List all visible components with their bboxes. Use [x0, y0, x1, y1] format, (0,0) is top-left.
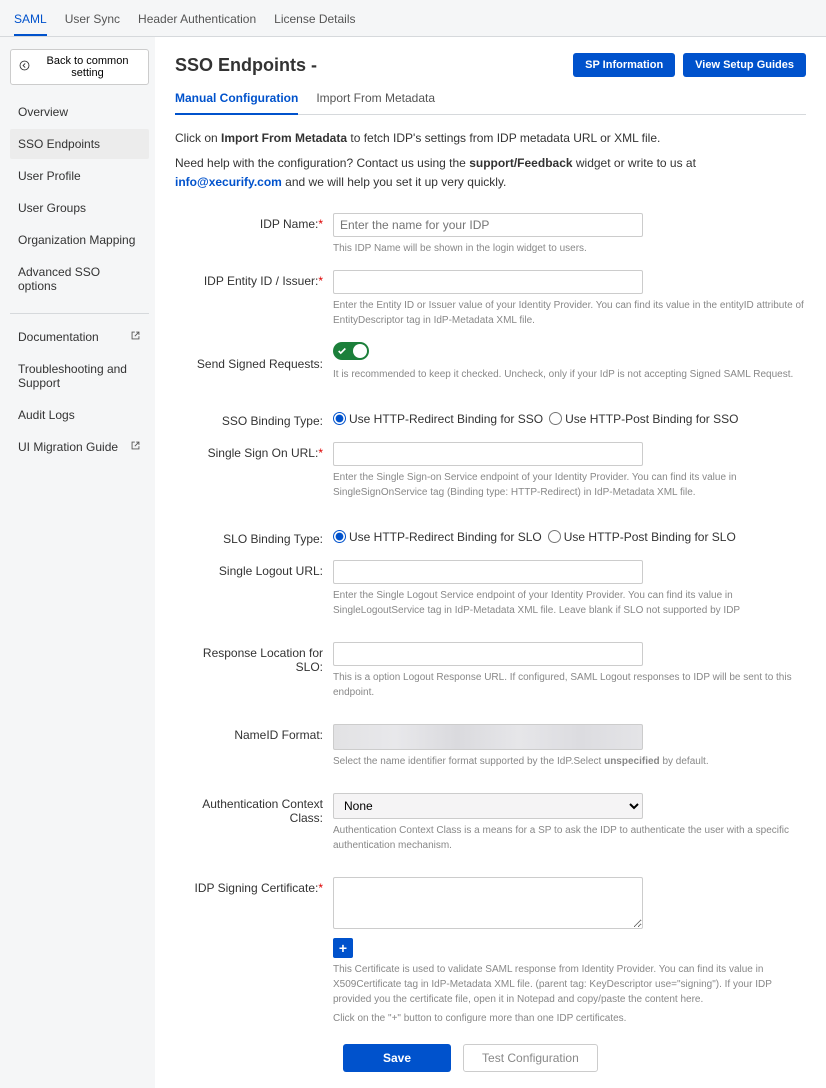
page-title: SSO Endpoints - [175, 55, 317, 76]
tab-manual-configuration[interactable]: Manual Configuration [175, 85, 298, 115]
idp-name-hint: This IDP Name will be shown in the login… [333, 241, 806, 256]
sso-binding-label: SSO Binding Type: [175, 410, 333, 428]
view-setup-guides-button[interactable]: View Setup Guides [683, 53, 806, 77]
nameid-label: NameID Format: [175, 724, 333, 742]
idp-name-input[interactable] [333, 213, 643, 237]
content: SSO Endpoints - SP Information View Setu… [155, 37, 826, 1088]
support-email-link[interactable]: info@xecurify.com [175, 175, 282, 189]
sso-binding-redirect[interactable]: Use HTTP-Redirect Binding for SSO [333, 412, 543, 426]
sidebar-item-overview[interactable]: Overview [10, 97, 149, 127]
idp-name-label: IDP Name:* [175, 213, 333, 231]
slo-url-input[interactable] [333, 560, 643, 584]
slo-binding-label: SLO Binding Type: [175, 528, 333, 546]
signed-requests-label: Send Signed Requests: [175, 353, 333, 371]
sidebar-item-user-groups[interactable]: User Groups [10, 193, 149, 223]
arrow-left-circle-icon [19, 60, 30, 74]
nameid-select[interactable] [333, 724, 643, 750]
sidebar-item-audit-logs[interactable]: Audit Logs [10, 400, 149, 430]
sidebar: Back to common setting Overview SSO Endp… [0, 37, 155, 1088]
sso-url-input[interactable] [333, 442, 643, 466]
check-icon [337, 346, 347, 356]
sidebar-item-documentation[interactable]: Documentation [10, 322, 149, 352]
header-tab-usersync[interactable]: User Sync [65, 6, 120, 36]
signing-cert-hint-1: This Certificate is used to validate SAM… [333, 962, 806, 1007]
signed-requests-toggle[interactable] [333, 342, 369, 360]
header-tab-headerauth[interactable]: Header Authentication [138, 6, 256, 36]
toggle-knob [353, 344, 367, 358]
back-label: Back to common setting [35, 55, 140, 79]
intro-text: Click on Import From Metadata to fetch I… [175, 115, 806, 199]
header-tab-saml[interactable]: SAML [14, 6, 47, 36]
sidebar-item-sso-endpoints[interactable]: SSO Endpoints [10, 129, 149, 159]
signing-cert-hint-2: Click on the "+" button to configure mor… [333, 1011, 806, 1026]
signing-cert-label: IDP Signing Certificate:* [175, 877, 333, 895]
nameid-hint: Select the name identifier format suppor… [333, 754, 806, 769]
sidebar-item-label: Documentation [18, 330, 99, 344]
signing-cert-textarea[interactable] [333, 877, 643, 929]
sidebar-item-user-profile[interactable]: User Profile [10, 161, 149, 191]
sso-binding-post[interactable]: Use HTTP-Post Binding for SSO [549, 412, 738, 426]
idp-entity-input[interactable] [333, 270, 643, 294]
sso-url-label: Single Sign On URL:* [175, 442, 333, 460]
slo-url-label: Single Logout URL: [175, 560, 333, 578]
auth-ctx-select[interactable]: None [333, 793, 643, 819]
idp-entity-hint: Enter the Entity ID or Issuer value of y… [333, 298, 806, 328]
external-link-icon [130, 330, 141, 344]
save-button[interactable]: Save [343, 1044, 451, 1072]
sidebar-item-ui-migration[interactable]: UI Migration Guide [10, 432, 149, 462]
sidebar-item-troubleshooting[interactable]: Troubleshooting and Support [10, 354, 149, 398]
back-to-common-button[interactable]: Back to common setting [10, 49, 149, 85]
idp-entity-label: IDP Entity ID / Issuer:* [175, 270, 333, 288]
response-loc-input[interactable] [333, 642, 643, 666]
header-tabs: SAML User Sync Header Authentication Lic… [0, 0, 826, 37]
response-loc-hint: This is a option Logout Response URL. If… [333, 670, 806, 700]
test-configuration-button[interactable]: Test Configuration [463, 1044, 598, 1072]
sp-information-button[interactable]: SP Information [573, 53, 675, 77]
sidebar-item-advanced-sso[interactable]: Advanced SSO options [10, 257, 149, 301]
slo-binding-redirect[interactable]: Use HTTP-Redirect Binding for SLO [333, 530, 542, 544]
header-tab-license[interactable]: License Details [274, 6, 355, 36]
add-certificate-button[interactable]: + [333, 938, 353, 958]
slo-binding-post[interactable]: Use HTTP-Post Binding for SLO [548, 530, 736, 544]
signed-requests-hint: It is recommended to keep it checked. Un… [333, 367, 806, 382]
sidebar-item-org-mapping[interactable]: Organization Mapping [10, 225, 149, 255]
auth-ctx-hint: Authentication Context Class is a means … [333, 823, 806, 853]
sso-url-hint: Enter the Single Sign-on Service endpoin… [333, 470, 806, 500]
response-loc-label: Response Location for SLO: [175, 642, 333, 674]
external-link-icon [130, 440, 141, 454]
sidebar-item-label: UI Migration Guide [18, 440, 118, 454]
tab-import-from-metadata[interactable]: Import From Metadata [316, 85, 435, 114]
sidebar-divider [10, 313, 149, 314]
slo-url-hint: Enter the Single Logout Service endpoint… [333, 588, 806, 618]
auth-ctx-label: Authentication Context Class: [175, 793, 333, 825]
